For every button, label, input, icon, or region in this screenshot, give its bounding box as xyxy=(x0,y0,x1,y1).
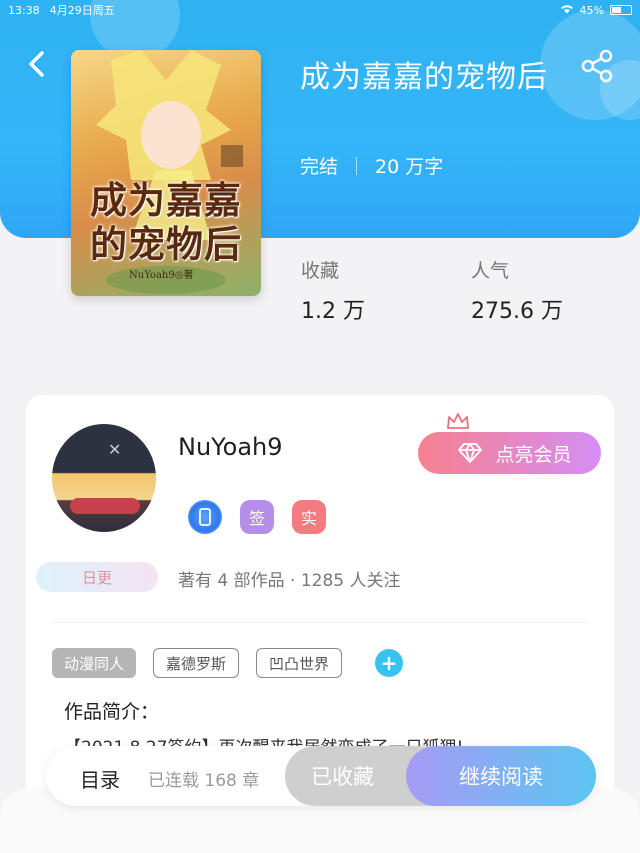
add-tag-button[interactable]: + xyxy=(375,649,404,677)
cover-title: 成为嘉嘉 的宠物后 xyxy=(71,178,261,266)
book-status: 完结 xyxy=(300,156,339,178)
avatar-scarf xyxy=(70,498,140,514)
chevron-left-icon xyxy=(29,51,44,77)
vip-button-label: 点亮会员 xyxy=(495,443,572,466)
plus-icon: + xyxy=(380,651,398,675)
card-divider xyxy=(52,622,588,623)
vip-button[interactable]: 点亮会员 xyxy=(418,432,601,474)
level-badge-icon xyxy=(188,500,222,534)
chapter-count: 已连载 168 章 xyxy=(148,771,260,791)
meta-divider xyxy=(356,156,358,175)
status-date: 4月29日周五 xyxy=(49,4,115,17)
tag-item[interactable]: 动漫同人 xyxy=(52,648,137,678)
toc-button[interactable]: 目录 xyxy=(80,764,120,793)
avatar-detail: ✕ xyxy=(108,440,122,459)
cover-title-line1: 成为嘉嘉 xyxy=(90,178,242,222)
author-badges: 签 实 xyxy=(188,500,326,534)
author-name[interactable]: NuYoah9 xyxy=(178,433,283,461)
battery-icon xyxy=(610,5,632,15)
cover-title-line2: 的宠物后 xyxy=(90,222,242,266)
share-button[interactable] xyxy=(578,46,618,86)
daily-update-badge: 日更 xyxy=(36,562,158,592)
book-word-count: 20 万字 xyxy=(375,156,444,178)
book-meta: 完结 20 万字 xyxy=(300,152,443,179)
diamond-icon xyxy=(458,443,483,463)
status-time: 13:38 xyxy=(8,3,40,17)
cover-author: NuYoah9◎著 xyxy=(129,270,194,281)
favorites-value: 1.2 万 xyxy=(301,299,365,324)
book-title: 成为嘉嘉的宠物后 xyxy=(300,60,548,95)
author-works-info: 著有 4 部作品 · 1285 人关注 xyxy=(178,571,401,591)
battery-percent: 45% xyxy=(579,3,604,17)
tag-item[interactable]: 凹凸世界 xyxy=(256,648,343,678)
status-bar: 13:38 4月29日周五 45% xyxy=(0,0,640,20)
verified-badge: 实 xyxy=(292,500,326,534)
favorites-stat: 收藏 1.2 万 xyxy=(301,256,365,325)
intro-label: 作品简介： xyxy=(64,701,160,723)
crown-icon xyxy=(447,413,469,429)
wifi-icon xyxy=(560,4,574,17)
book-cover[interactable]: 成为嘉嘉 的宠物后 NuYoah9◎著 xyxy=(71,50,261,296)
share-icon xyxy=(581,49,613,83)
back-button[interactable] xyxy=(20,46,52,82)
tag-item[interactable]: 嘉德罗斯 xyxy=(153,648,240,678)
popularity-label: 人气 xyxy=(471,260,510,282)
favorites-label: 收藏 xyxy=(301,260,340,282)
author-avatar[interactable]: ✕ xyxy=(52,424,156,532)
popularity-stat: 人气 275.6 万 xyxy=(471,256,563,325)
signed-badge: 签 xyxy=(240,500,274,534)
continue-reading-button[interactable]: 继续阅读 xyxy=(406,746,596,806)
tag-list: 动漫同人 嘉德罗斯 凹凸世界 + xyxy=(52,648,404,678)
popularity-value: 275.6 万 xyxy=(471,299,563,324)
